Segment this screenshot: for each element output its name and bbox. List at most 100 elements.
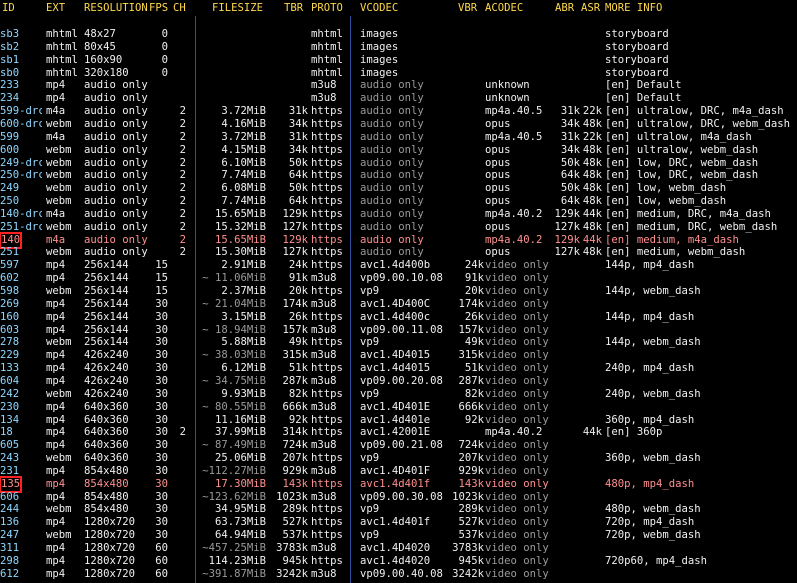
cell-resolution: audio only	[84, 207, 148, 220]
cell-id: 133	[0, 362, 20, 375]
cell-abr: 127k	[554, 220, 580, 233]
cell-fps: 30	[155, 529, 168, 542]
cell-ch: 2	[179, 105, 186, 118]
cell-vbr: 289k	[458, 503, 484, 516]
cell-acodec: video only	[485, 439, 549, 452]
cell-tbr: 127k	[282, 220, 308, 233]
cell-vcodec: images	[360, 40, 399, 53]
table-row: sb3 mhtml 48x27 0 mhtml images storyboard	[0, 28, 797, 41]
cell-more-info: 480p, webm_dash	[605, 503, 701, 516]
cell-resolution: audio only	[84, 246, 148, 259]
cell-id: 250	[0, 195, 20, 208]
cell-more-info: [en] ultralow, m4a_dash	[605, 130, 752, 143]
cell-vbr: 143k	[458, 477, 484, 490]
table-row: 605 mp4 640x360 30 ~ 87.49MiB 724k m3u8 vp09.00…	[0, 439, 797, 452]
cell-filesize: 7.74MiB	[221, 169, 266, 182]
cell-id: 249	[0, 182, 20, 195]
cell-tbr: 129k	[282, 207, 308, 220]
table-row: 311 mp4 1280x720 60 ~457.25MiB 3783k m3u8 avc1.…	[0, 542, 797, 555]
cell-id: 244	[0, 503, 20, 516]
cell-resolution: 426x240	[84, 362, 129, 375]
cell-asr: 48k	[582, 195, 602, 208]
cell-acodec: video only	[485, 310, 549, 323]
cell-tbr: 24k	[288, 259, 308, 272]
cell-proto: https	[311, 246, 343, 259]
cell-vbr: 157k	[458, 323, 484, 336]
cell-abr: 64k	[560, 195, 580, 208]
cell-resolution: 854x480	[84, 477, 129, 490]
cell-more-info: 720p, webm_dash	[605, 529, 701, 542]
cell-tbr: 64k	[288, 169, 308, 182]
cell-proto: m3u8	[311, 542, 337, 554]
cell-acodec: video only	[485, 297, 549, 310]
cell-more-info: [en] medium, m4a_dash	[605, 233, 739, 246]
cell-vcodec: avc1.4D401F	[360, 464, 431, 477]
cell-ext: mp4	[46, 400, 66, 413]
cell-vcodec: audio only	[360, 143, 424, 156]
cell-proto: https	[311, 285, 343, 297]
cell-ext: mp4	[46, 516, 66, 529]
cell-id: 233	[0, 79, 20, 92]
cell-ext: mp4	[46, 374, 66, 387]
cell-resolution: 640x360	[84, 413, 129, 426]
table-row: 247 webm 1280x720 30 64.94MiB 537k https vp9 537…	[0, 529, 797, 542]
cell-tbr: 537k	[282, 529, 308, 542]
cell-more-info: storyboard	[605, 40, 669, 53]
cell-id: 602	[0, 272, 20, 285]
cell-filesize: 3.15MiB	[221, 310, 266, 323]
cell-more-info: [en] Default	[605, 79, 682, 92]
cell-acodec: video only	[485, 323, 549, 336]
cell-fps: 30	[155, 426, 168, 439]
cell-vcodec: vp09.00.21.08	[360, 439, 443, 452]
cell-ch: 2	[179, 169, 186, 182]
cell-resolution: audio only	[84, 117, 148, 130]
cell-ch: 2	[179, 156, 186, 169]
cell-fps: 30	[155, 323, 168, 336]
header-asr: ASR	[581, 2, 601, 14]
cell-ext: mp4	[46, 297, 66, 310]
cell-abr: 64k	[560, 169, 580, 182]
cell-resolution: audio only	[84, 143, 148, 156]
cell-id: 136	[0, 516, 20, 529]
cell-acodec: video only	[485, 259, 549, 272]
cell-resolution: audio only	[84, 79, 148, 92]
cell-fps: 0	[161, 53, 168, 66]
cell-resolution: 426x240	[84, 349, 129, 362]
cell-fps: 15	[155, 259, 168, 272]
cell-acodec: video only	[485, 490, 549, 503]
cell-proto: m3u8	[311, 349, 337, 362]
header-id: ID	[2, 2, 15, 14]
cell-proto: https	[311, 182, 343, 195]
cell-ext: mhtml	[46, 53, 78, 66]
cell-tbr: 82k	[288, 387, 308, 400]
cell-asr: 44k	[582, 207, 602, 220]
table-header: ID EXT RESOLUTION FPS CH FILESIZE TBR PR…	[0, 2, 797, 15]
header-abr: ABR	[555, 2, 575, 14]
cell-acodec: video only	[485, 464, 549, 477]
cell-ext: webm	[46, 195, 72, 208]
cell-asr: 48k	[582, 156, 602, 169]
cell-ch: 2	[179, 117, 186, 130]
table-row: 269 mp4 256x144 30 ~ 21.04MiB 174k m3u8 avc1.4D…	[0, 298, 797, 311]
cell-more-info: [en] ultralow, DRC, webm_dash	[605, 117, 790, 130]
cell-fps: 30	[155, 452, 168, 465]
cell-proto: m3u8	[311, 272, 337, 285]
header-filesize: FILESIZE	[212, 2, 264, 14]
cell-more-info: [en] ultralow, webm_dash	[605, 143, 759, 156]
cell-vbr: 527k	[458, 516, 484, 529]
cell-more-info: storyboard	[605, 66, 669, 79]
table-row: 250-drc webm audio only 2 7.74MiB 64k https aud…	[0, 169, 797, 182]
cell-id: 140-drc	[0, 207, 42, 220]
cell-ext: mp4	[46, 439, 66, 452]
table-row: 298 mp4 1280x720 60 114.23MiB 945k https avc1.4…	[0, 555, 797, 568]
cell-resolution: audio only	[84, 182, 148, 195]
cell-asr: 44k	[582, 233, 602, 246]
cell-id: 612	[0, 567, 20, 580]
cell-resolution: audio only	[84, 220, 148, 233]
cell-proto: https	[311, 169, 343, 182]
cell-tbr: 289k	[282, 503, 308, 516]
cell-ext: webm	[46, 336, 72, 349]
cell-proto: https	[311, 452, 343, 465]
cell-proto: https	[311, 207, 343, 220]
cell-acodec: opus	[485, 182, 511, 195]
